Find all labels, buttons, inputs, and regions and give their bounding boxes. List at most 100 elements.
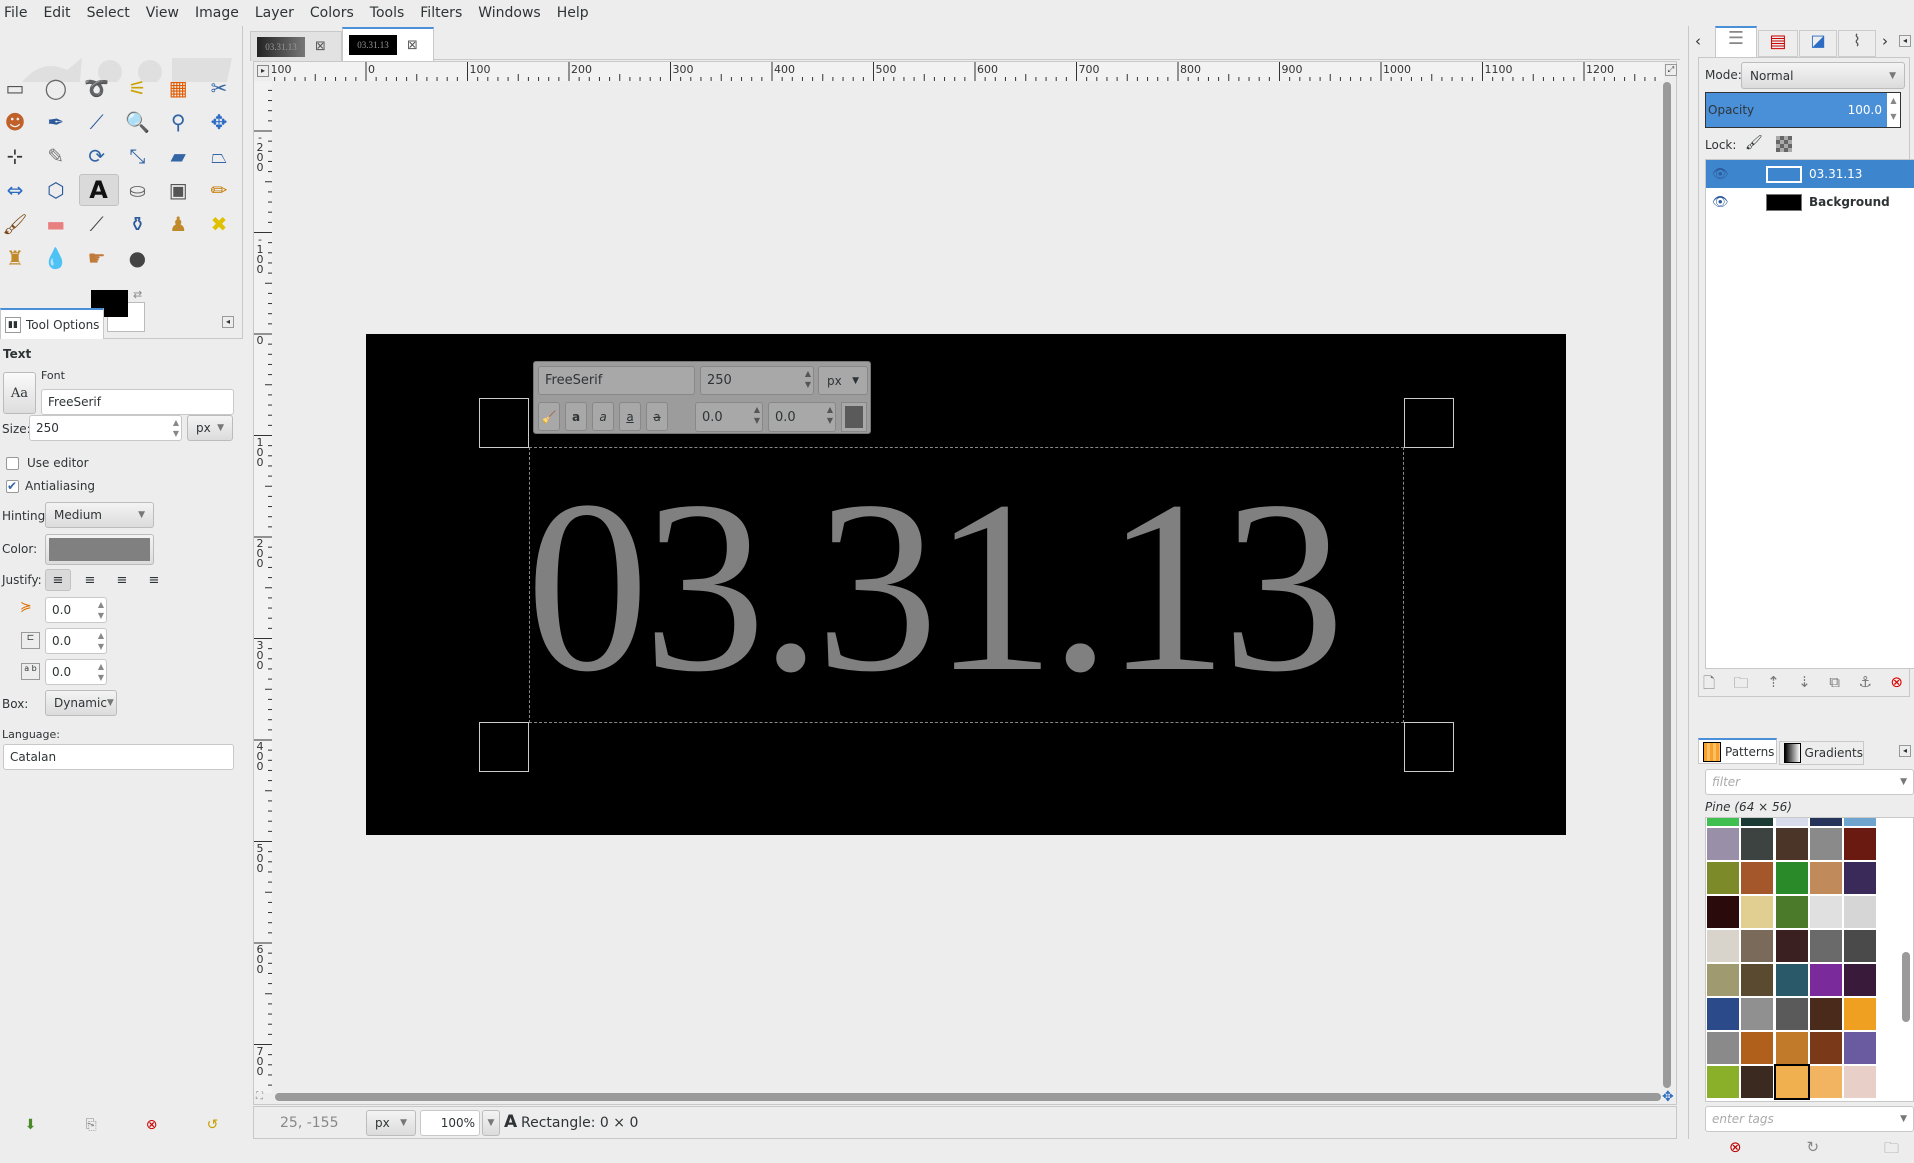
pattern-swatch[interactable] xyxy=(1844,896,1877,928)
tab-gradients[interactable]: Gradients xyxy=(1779,741,1864,765)
baseline-input[interactable]: 0.0 ▲ ▼ xyxy=(695,402,763,432)
configure-tab-icon[interactable]: ◂ xyxy=(1899,35,1911,47)
tab-layers[interactable]: ☰ xyxy=(1715,26,1757,57)
pattern-swatch[interactable] xyxy=(1775,1032,1808,1064)
text-layer[interactable]: 03.31.13 xyxy=(526,449,1345,725)
hinting-select[interactable]: Medium ▼ xyxy=(45,502,154,528)
pattern-swatch[interactable] xyxy=(1773,1064,1810,1100)
rotate-tool[interactable]: ⟳ xyxy=(79,140,115,172)
justify-left-button[interactable]: ≡ xyxy=(45,569,71,591)
pattern-swatch[interactable] xyxy=(1775,998,1808,1030)
move-tool[interactable]: ✥ xyxy=(201,106,237,138)
pattern-swatch[interactable] xyxy=(1809,862,1842,894)
pattern-swatch[interactable] xyxy=(1741,818,1774,826)
navigate-icon[interactable]: ⛶ xyxy=(256,1091,263,1102)
pattern-swatch[interactable] xyxy=(1707,1032,1739,1064)
visibility-eye-icon[interactable]: 👁 xyxy=(1706,167,1766,182)
tab-undo-history[interactable]: ⌇ xyxy=(1838,30,1876,57)
pattern-swatch[interactable] xyxy=(1775,828,1808,860)
flip-tool[interactable]: ⇔ xyxy=(0,174,33,206)
zoom-to-fit-icon[interactable]: ⤢ xyxy=(1665,64,1677,76)
vertical-scrollbar[interactable] xyxy=(1663,82,1671,1088)
image-tab[interactable]: 03.31.13 ⊠ xyxy=(250,31,342,61)
align-tool[interactable]: ⊹ xyxy=(0,140,33,172)
scissors-select-tool[interactable]: ✂ xyxy=(201,72,237,104)
box-select[interactable]: Dynamic ▼ xyxy=(45,690,117,716)
blend-tool[interactable]: ▣ xyxy=(160,174,196,206)
lock-alpha-icon[interactable] xyxy=(1776,136,1792,152)
zoom-input[interactable]: 100% xyxy=(420,1110,480,1136)
handle-bottom-right[interactable] xyxy=(1404,722,1454,772)
navigation-icon[interactable]: ✥ xyxy=(1662,1089,1674,1105)
pattern-swatch[interactable] xyxy=(1741,964,1774,996)
pattern-swatch[interactable] xyxy=(1707,964,1739,996)
perspective-clone-tool[interactable]: ♜ xyxy=(0,242,33,274)
ink-tool[interactable]: ⚱ xyxy=(119,208,155,240)
pattern-swatch[interactable] xyxy=(1809,930,1842,962)
layer-row[interactable]: 👁 Background xyxy=(1706,188,1914,216)
justify-center-button[interactable]: ≡ xyxy=(109,569,135,591)
line-spacing-spinner[interactable]: ▲ ▼ xyxy=(98,630,104,652)
smudge-tool[interactable]: ☛ xyxy=(79,242,115,274)
reset-tool-options-icon[interactable]: ↺ xyxy=(207,1117,219,1133)
use-editor-checkbox[interactable]: Use editor xyxy=(6,456,89,470)
pattern-swatch[interactable] xyxy=(1741,896,1774,928)
opacity-spinner[interactable]: ▲ ▼ xyxy=(1887,93,1900,127)
delete-pattern-icon[interactable]: ⊗ xyxy=(1729,1138,1742,1163)
pattern-swatch[interactable] xyxy=(1844,1066,1877,1098)
pattern-swatch[interactable] xyxy=(1707,818,1739,826)
antialiasing-checkbox[interactable]: ✔ Antialiasing xyxy=(6,479,95,493)
line-spacing-input[interactable]: 0.0 ▲ ▼ xyxy=(45,628,107,654)
pattern-swatch[interactable] xyxy=(1741,828,1774,860)
handle-top-left[interactable] xyxy=(479,398,529,448)
layer-row[interactable]: 👁 03.31.13 xyxy=(1706,160,1914,188)
pattern-swatch[interactable] xyxy=(1707,862,1739,894)
underline-button[interactable]: a xyxy=(619,402,641,431)
justify-right-button[interactable]: ≡ xyxy=(77,569,103,591)
pattern-swatch[interactable] xyxy=(1775,964,1808,996)
size-unit-select[interactable]: px ▼ xyxy=(187,415,233,441)
clear-style-button[interactable]: 🧹 xyxy=(538,402,560,431)
configure-tab-icon[interactable]: ◂ xyxy=(1899,745,1911,757)
font-input[interactable]: FreeSerif xyxy=(41,389,234,415)
pattern-swatch[interactable] xyxy=(1844,862,1877,894)
quick-mask-menu-icon[interactable]: ▸ xyxy=(257,65,269,77)
select-by-color-tool[interactable]: ▦ xyxy=(160,72,196,104)
menu-select[interactable]: Select xyxy=(79,5,138,21)
menu-view[interactable]: View xyxy=(138,5,187,21)
pattern-swatch[interactable] xyxy=(1775,818,1808,826)
tags-input[interactable]: enter tags ▼ xyxy=(1705,1106,1914,1132)
horizontal-scrollbar[interactable] xyxy=(275,1093,1661,1101)
delete-layer-icon[interactable]: ⊗ xyxy=(1890,673,1903,698)
image-tab[interactable]: 03.31.13 ⊠ xyxy=(342,27,434,61)
mode-select[interactable]: Normal ▼ xyxy=(1741,62,1905,89)
toolbar-color-button[interactable] xyxy=(841,402,867,432)
menu-edit[interactable]: Edit xyxy=(35,5,78,21)
zoom-tool[interactable]: 🔍 xyxy=(119,106,155,138)
menu-image[interactable]: Image xyxy=(187,5,247,21)
justify-fill-button[interactable]: ≡ xyxy=(141,569,167,591)
rect-select-tool[interactable]: ▭ xyxy=(0,72,33,104)
size-spinner[interactable]: ▲ ▼ xyxy=(173,417,179,439)
menu-tools[interactable]: Tools xyxy=(362,5,413,21)
scroll-tabs-left-icon[interactable]: ‹ xyxy=(1695,32,1701,50)
pattern-swatch[interactable] xyxy=(1809,964,1842,996)
handle-top-right[interactable] xyxy=(1404,398,1454,448)
shear-tool[interactable]: ▰ xyxy=(160,140,196,172)
perspective-tool[interactable]: ⏢ xyxy=(201,140,237,172)
ellipse-select-tool[interactable]: ◯ xyxy=(38,72,74,104)
free-select-tool[interactable]: ➰ xyxy=(79,72,115,104)
paintbrush-tool[interactable]: 🖌 xyxy=(0,208,33,240)
italic-button[interactable]: a xyxy=(592,402,614,431)
toolbar-size-input[interactable]: 250 ▲ ▼ xyxy=(700,366,814,395)
pattern-swatch[interactable] xyxy=(1707,828,1739,860)
scale-tool[interactable]: ⤡ xyxy=(119,140,155,172)
tab-tool-options[interactable]: ▮▮ Tool Options xyxy=(0,308,104,340)
lower-layer-icon[interactable]: ⇣ xyxy=(1798,673,1811,698)
pattern-filter-input[interactable]: filter ▼ xyxy=(1705,769,1914,795)
menu-windows[interactable]: Windows xyxy=(470,5,549,21)
pattern-swatch[interactable] xyxy=(1707,896,1739,928)
refresh-patterns-icon[interactable]: ↻ xyxy=(1806,1138,1819,1163)
pattern-swatch[interactable] xyxy=(1741,930,1774,962)
anchor-layer-icon[interactable]: ⚓ xyxy=(1858,673,1871,698)
